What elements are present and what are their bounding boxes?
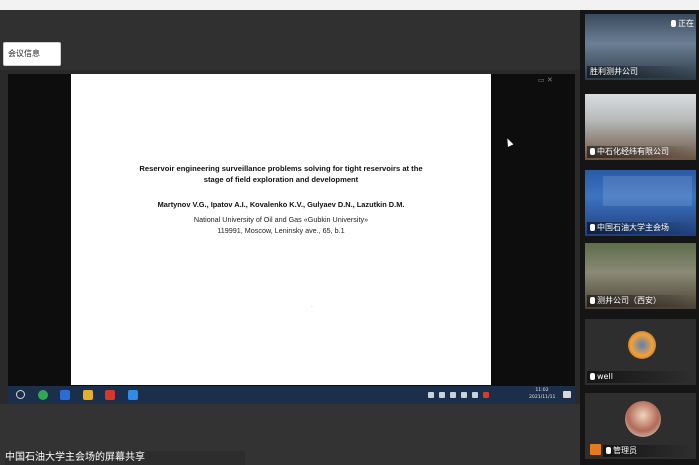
toolbar-strip: [0, 10, 580, 70]
speaking-label: 正在: [678, 19, 694, 28]
system-tray[interactable]: [428, 389, 489, 401]
slide-affiliation-line-2: 119991, Moscow, Leninsky ave., 65, b.1: [217, 226, 345, 235]
screen-share-caption: 中国石油大学主会场的屏幕共享: [5, 451, 245, 465]
slide-authors: Martynov V.G., Ipatov A.I., Kovalenko K.…: [157, 200, 405, 209]
battery-icon[interactable]: [472, 392, 478, 398]
mic-icon: [590, 148, 595, 155]
participant-name: 测井公司（西安）: [587, 295, 694, 307]
clock-date: 2021/11/11: [529, 394, 556, 400]
participant-name: 中国石油大学主会场: [587, 222, 694, 234]
folder-icon[interactable]: [83, 390, 93, 400]
presentation-slide: Reservoir engineering surveillance probl…: [71, 74, 491, 385]
participant-tile[interactable]: 中石化经纬有限公司: [585, 94, 696, 160]
action-center-icon[interactable]: [563, 391, 571, 398]
notification-app-icon[interactable]: [483, 392, 489, 398]
participant-name-text: 测井公司（西安）: [597, 296, 661, 305]
participant-name: 中石化经纬有限公司: [587, 146, 694, 158]
avatar: [628, 331, 656, 359]
participant-name-text: well: [597, 372, 613, 381]
conference-banner: [603, 176, 692, 206]
participant-name: well: [587, 371, 694, 383]
app-icon-lightblue[interactable]: [128, 390, 138, 400]
participant-tile[interactable]: well: [585, 319, 696, 385]
participant-name-text: 管理员: [613, 446, 637, 455]
avatar: [625, 401, 661, 437]
share-window-controls[interactable]: ▭ ✕: [538, 76, 553, 84]
slide-title-line-2: stage of field exploration and developme…: [203, 175, 359, 184]
slide-cursor-dot: ·: [311, 304, 313, 311]
speaking-indicator: 正在: [671, 18, 694, 29]
participant-tile[interactable]: 正在 胜利测井公司: [585, 14, 696, 80]
host-badge-icon: [590, 444, 601, 455]
mic-icon: [606, 447, 611, 454]
participant-tile[interactable]: 测井公司（西安）: [585, 243, 696, 309]
tray-icon[interactable]: [428, 392, 434, 398]
app-icon-blue[interactable]: [60, 390, 70, 400]
meeting-info-button[interactable]: 会议信息: [3, 42, 61, 66]
participant-name: 管理员: [603, 445, 694, 457]
slide-title: Reservoir engineering surveillance probl…: [91, 163, 471, 185]
slide-affiliation-line-1: National University of Oil and Gas «Gubk…: [193, 215, 369, 224]
browser-icon[interactable]: [38, 390, 48, 400]
mic-icon: [671, 20, 676, 27]
taskbar-clock[interactable]: 11:02 2021/11/11: [529, 388, 555, 401]
presentation-app-icon[interactable]: [105, 390, 115, 400]
volume-icon[interactable]: [461, 392, 467, 398]
participant-name-text: 中国石油大学主会场: [597, 223, 669, 232]
slide-title-line-1: Reservoir engineering surveillance probl…: [139, 164, 423, 173]
shared-taskbar: 11:02 2021/11/11: [8, 386, 575, 404]
participant-name: 胜利测井公司: [587, 66, 694, 78]
mic-icon: [590, 224, 595, 231]
slide-affiliation: National University of Oil and Gas «Gubk…: [91, 214, 471, 236]
participant-tile[interactable]: 管理员: [585, 393, 696, 459]
mic-icon: [590, 297, 595, 304]
tray-icon[interactable]: [439, 392, 445, 398]
participant-tile[interactable]: 中国石油大学主会场: [585, 170, 696, 236]
search-icon[interactable]: [16, 390, 25, 399]
window-top-bar: [0, 0, 699, 10]
participant-name-text: 中石化经纬有限公司: [597, 147, 669, 156]
network-icon[interactable]: [450, 392, 456, 398]
mic-icon: [590, 373, 595, 380]
